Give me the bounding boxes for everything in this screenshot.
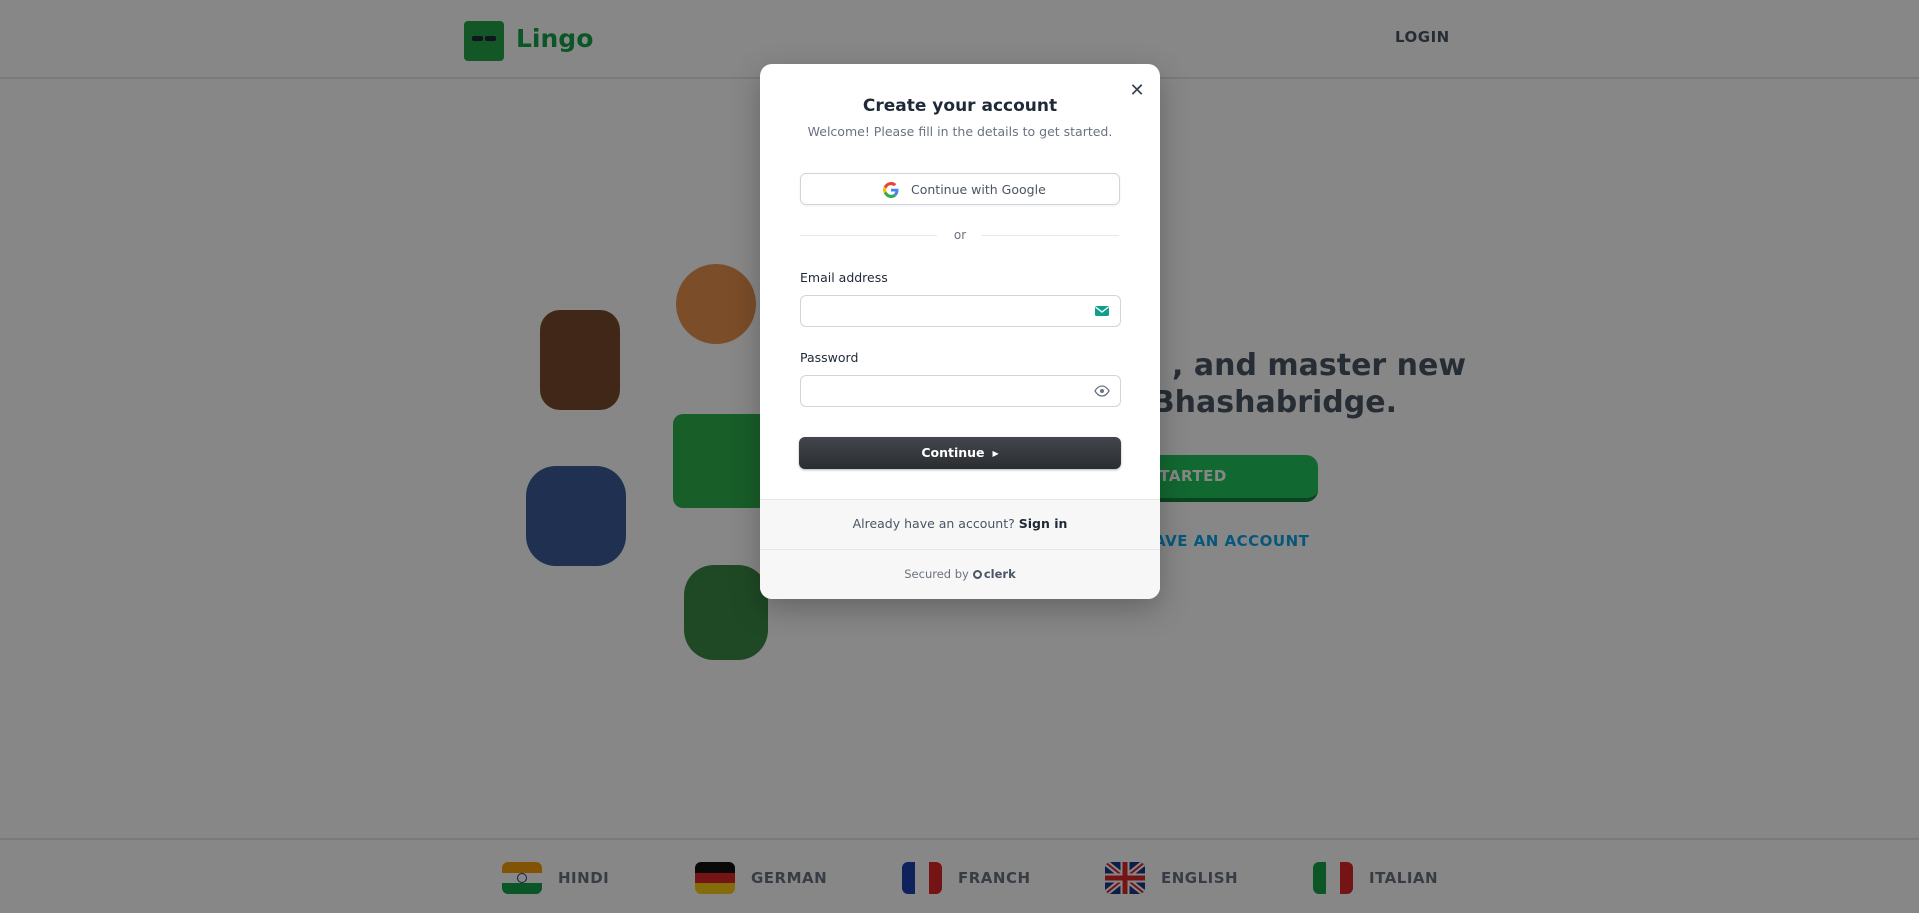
eye-icon[interactable]	[1094, 384, 1110, 398]
sign-in-link[interactable]: Sign in	[1019, 516, 1068, 531]
modal-title: Create your account	[862, 96, 1058, 116]
secured-by-footer: Secured by clerk	[760, 549, 1160, 599]
mail-icon	[1095, 306, 1109, 316]
play-arrow-icon: ▶	[992, 448, 999, 458]
secured-by-text: Secured by	[904, 567, 969, 581]
already-have-account-text: Already have an account?	[852, 516, 1015, 531]
google-icon	[883, 182, 899, 198]
continue-with-google-button[interactable]: Continue with Google	[800, 173, 1120, 205]
modal-subtitle: Welcome! Please fill in the details to g…	[807, 124, 1113, 139]
continue-button[interactable]: Continue ▶	[799, 437, 1121, 469]
password-label: Password	[800, 350, 859, 365]
continue-label: Continue	[921, 445, 985, 460]
clerk-logo[interactable]: clerk	[972, 567, 1016, 581]
signup-modal: ✕ Create your account Welcome! Please fi…	[760, 64, 1160, 599]
google-button-label: Continue with Google	[911, 182, 1046, 197]
clerk-text: clerk	[983, 567, 1016, 581]
signin-footer: Already have an account? Sign in	[760, 499, 1160, 549]
clerk-icon	[972, 570, 982, 579]
email-label: Email address	[800, 270, 888, 285]
email-field[interactable]	[800, 295, 1121, 327]
divider-line	[982, 235, 1119, 236]
password-field[interactable]	[800, 375, 1121, 407]
